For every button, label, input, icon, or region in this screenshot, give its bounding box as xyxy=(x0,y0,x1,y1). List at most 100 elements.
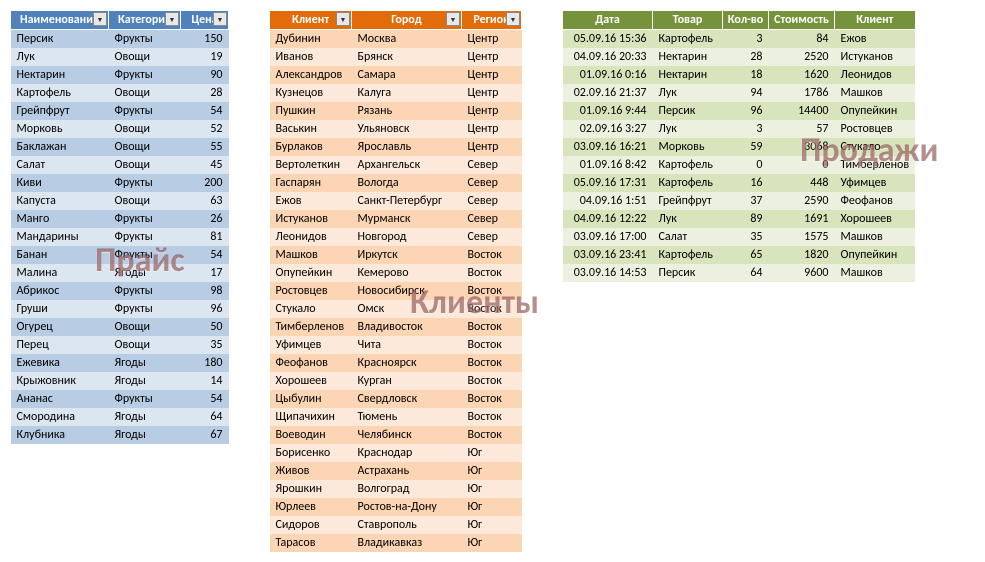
cell[interactable]: 55 xyxy=(181,138,229,156)
cell[interactable]: Ростовцев xyxy=(270,282,352,300)
cell[interactable]: 35 xyxy=(181,336,229,354)
cell[interactable]: Огурец xyxy=(11,318,109,336)
cell[interactable]: Восток xyxy=(462,336,522,354)
cell[interactable]: Тарасов xyxy=(270,534,352,552)
table-row[interactable]: ОгурецОвощи50 xyxy=(11,318,229,336)
cell[interactable]: Банан xyxy=(11,246,109,264)
cell[interactable]: Ульяновск xyxy=(352,120,462,138)
cell[interactable]: Брянск xyxy=(352,48,462,66)
cell[interactable]: 16 xyxy=(723,174,769,192)
table-row[interactable]: ЕжевикаЯгоды180 xyxy=(11,354,229,372)
cell[interactable]: Чита xyxy=(352,336,462,354)
cell[interactable]: Абрикос xyxy=(11,282,109,300)
table-row[interactable]: 01.09.16 8:42Картофель00Тимберленов xyxy=(563,156,916,174)
table-row[interactable]: ВоеводинЧелябинскВосток xyxy=(270,426,522,444)
cell[interactable]: Иркутск xyxy=(352,246,462,264)
cell[interactable]: Мандарины xyxy=(11,228,109,246)
cell[interactable]: Нектарин xyxy=(11,66,109,84)
table-row[interactable]: ЛеонидовНовгородСевер xyxy=(270,228,522,246)
cell[interactable]: 67 xyxy=(181,426,229,444)
cell[interactable]: 3 xyxy=(723,30,769,49)
cell[interactable]: 54 xyxy=(181,246,229,264)
cell[interactable]: Перец xyxy=(11,336,109,354)
cell[interactable]: 01.09.16 9:44 xyxy=(563,102,653,120)
cell[interactable]: Картофель xyxy=(11,84,109,102)
cell[interactable]: Новгород xyxy=(352,228,462,246)
filter-icon[interactable]: ▼ xyxy=(336,12,350,26)
table-row[interactable]: БорисенкоКраснодарЮг xyxy=(270,444,522,462)
cell[interactable]: Центр xyxy=(462,48,522,66)
filter-icon[interactable]: ▼ xyxy=(165,12,179,26)
cell[interactable]: 180 xyxy=(181,354,229,372)
cell[interactable]: Самара xyxy=(352,66,462,84)
cell[interactable]: 64 xyxy=(723,264,769,282)
table-row[interactable]: ЛукОвощи19 xyxy=(11,48,229,66)
cell[interactable]: Фрукты xyxy=(109,390,181,408)
table-row[interactable]: ПушкинРязаньЦентр xyxy=(270,102,522,120)
cell[interactable]: 1620 xyxy=(769,66,835,84)
table-row[interactable]: 04.09.16 12:22Лук891691Хорошеев xyxy=(563,210,916,228)
cell[interactable]: Киви xyxy=(11,174,109,192)
sales-header-cost[interactable]: Стоимость xyxy=(769,11,835,30)
cell[interactable]: Феофанов xyxy=(270,354,352,372)
table-row[interactable]: МангоФрукты26 xyxy=(11,210,229,228)
cell[interactable]: Грейпфрут xyxy=(11,102,109,120)
filter-icon[interactable]: ▼ xyxy=(93,12,107,26)
cell[interactable]: Юг xyxy=(462,498,522,516)
filter-icon[interactable]: ▼ xyxy=(213,12,227,26)
cell[interactable]: Леонидов xyxy=(270,228,352,246)
cell[interactable]: Вологда xyxy=(352,174,462,192)
table-row[interactable]: 01.09.16 9:44Персик9614400Опупейкин xyxy=(563,102,916,120)
cell[interactable]: Центр xyxy=(462,120,522,138)
cell[interactable]: 94 xyxy=(723,84,769,102)
cell[interactable]: 03.09.16 17:00 xyxy=(563,228,653,246)
table-row[interactable]: УфимцевЧитаВосток xyxy=(270,336,522,354)
cell[interactable]: Истуканов xyxy=(270,210,352,228)
cell[interactable]: Волгоград xyxy=(352,480,462,498)
cell[interactable]: 37 xyxy=(723,192,769,210)
cell[interactable]: Овощи xyxy=(109,318,181,336)
cell[interactable]: 17 xyxy=(181,264,229,282)
cell[interactable]: Москва xyxy=(352,30,462,49)
cell[interactable]: 3068 xyxy=(769,138,835,156)
cell[interactable]: 90 xyxy=(181,66,229,84)
cell[interactable]: Леонидов xyxy=(835,66,916,84)
cell[interactable]: Тимберленов xyxy=(270,318,352,336)
table-row[interactable]: ХорошеевКурганВосток xyxy=(270,372,522,390)
cell[interactable]: Юг xyxy=(462,480,522,498)
table-row[interactable]: КивиФрукты200 xyxy=(11,174,229,192)
cell[interactable]: Ростовцев xyxy=(835,120,916,138)
cell[interactable]: Александров xyxy=(270,66,352,84)
cell[interactable]: Персик xyxy=(653,102,723,120)
table-row[interactable]: БаклажанОвощи55 xyxy=(11,138,229,156)
filter-icon[interactable]: ▼ xyxy=(446,12,460,26)
cell[interactable]: Салат xyxy=(11,156,109,174)
clients-header-client[interactable]: Клиент▼ xyxy=(270,11,352,30)
cell[interactable]: Бурлаков xyxy=(270,138,352,156)
cell[interactable]: Опупейкин xyxy=(835,246,916,264)
cell[interactable]: 0 xyxy=(769,156,835,174)
cell[interactable]: Ростов-на-Дону xyxy=(352,498,462,516)
cell[interactable]: Уфимцев xyxy=(270,336,352,354)
cell[interactable]: Опупейкин xyxy=(270,264,352,282)
cell[interactable]: Юг xyxy=(462,462,522,480)
cell[interactable]: Юг xyxy=(462,444,522,462)
sales-header-date[interactable]: Дата xyxy=(563,11,653,30)
cell[interactable]: Архангельск xyxy=(352,156,462,174)
cell[interactable]: 1786 xyxy=(769,84,835,102)
cell[interactable]: Юг xyxy=(462,534,522,552)
cell[interactable]: 19 xyxy=(181,48,229,66)
cell[interactable]: 03.09.16 14:53 xyxy=(563,264,653,282)
cell[interactable]: Вертолеткин xyxy=(270,156,352,174)
cell[interactable]: 63 xyxy=(181,192,229,210)
cell[interactable]: Кемерово xyxy=(352,264,462,282)
table-row[interactable]: ГрушиФрукты96 xyxy=(11,300,229,318)
table-row[interactable]: КапустаОвощи63 xyxy=(11,192,229,210)
cell[interactable]: Манго xyxy=(11,210,109,228)
table-row[interactable]: ДубининМоскваЦентр xyxy=(270,30,522,49)
table-row[interactable]: СалатОвощи45 xyxy=(11,156,229,174)
table-row[interactable]: ЖивовАстраханьЮг xyxy=(270,462,522,480)
cell[interactable]: Стукало xyxy=(835,138,916,156)
table-row[interactable]: АбрикосФрукты98 xyxy=(11,282,229,300)
table-row[interactable]: СидоровСтавропольЮг xyxy=(270,516,522,534)
